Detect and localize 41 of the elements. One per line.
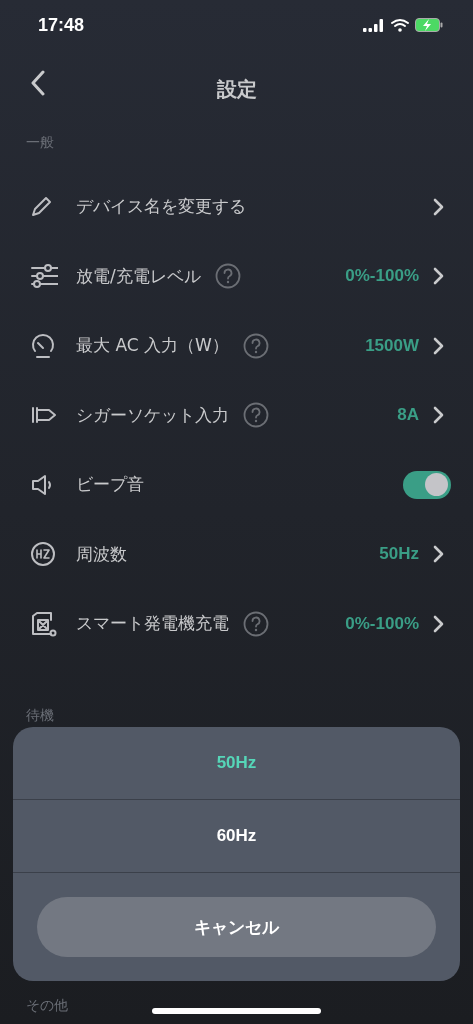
sheet-option[interactable]: 60Hz xyxy=(13,800,460,873)
section-title: 一般 xyxy=(26,133,54,152)
setting-value: 0%-100% xyxy=(345,266,419,287)
help-icon[interactable] xyxy=(243,610,269,637)
setting-label[interactable]: 放電/充電レベル xyxy=(76,264,201,288)
plug-icon xyxy=(30,405,58,426)
battery-charging-icon xyxy=(415,18,443,32)
chevron-icon xyxy=(433,614,445,633)
setting-value: 1500W xyxy=(365,335,419,356)
back-icon[interactable] xyxy=(30,70,46,96)
gauge-icon xyxy=(30,332,56,359)
section-title: 待機 xyxy=(26,705,54,725)
setting-label[interactable]: 周波数 xyxy=(76,542,127,566)
hz-icon xyxy=(30,541,56,568)
cancel-button[interactable]: キャンセル xyxy=(37,897,436,957)
setting-value: 50Hz xyxy=(379,544,419,565)
status-time: 17:48 xyxy=(38,14,85,36)
help-icon[interactable] xyxy=(242,332,269,359)
toggle-switch[interactable] xyxy=(403,470,451,499)
help-icon[interactable] xyxy=(214,263,241,290)
setting-value: 8A xyxy=(397,405,419,426)
chevron-icon xyxy=(433,267,445,286)
generator-icon xyxy=(30,609,58,638)
sliders-icon xyxy=(30,264,58,289)
chevron-icon xyxy=(433,197,445,216)
setting-label[interactable]: シガーソケット入力 xyxy=(76,403,229,427)
wifi-icon xyxy=(391,18,409,32)
help-icon[interactable] xyxy=(243,402,269,429)
chevron-icon xyxy=(433,545,445,564)
chevron-icon xyxy=(433,406,445,425)
pencil-icon xyxy=(30,195,52,218)
setting-label[interactable]: ビープ音 xyxy=(76,473,144,497)
setting-value: 0%-100% xyxy=(345,613,419,634)
setting-label[interactable]: スマート発電機充電 xyxy=(76,612,229,636)
sheet-option[interactable]: 50Hz xyxy=(13,727,460,800)
section-title: その他 xyxy=(26,995,68,1015)
setting-label[interactable]: 最大 AC 入力（W） xyxy=(76,334,229,358)
chevron-icon xyxy=(433,336,445,355)
screen-title: 設定 xyxy=(216,75,257,103)
setting-label[interactable]: デバイス名を変更する xyxy=(76,195,246,219)
signal-icon xyxy=(363,18,385,32)
